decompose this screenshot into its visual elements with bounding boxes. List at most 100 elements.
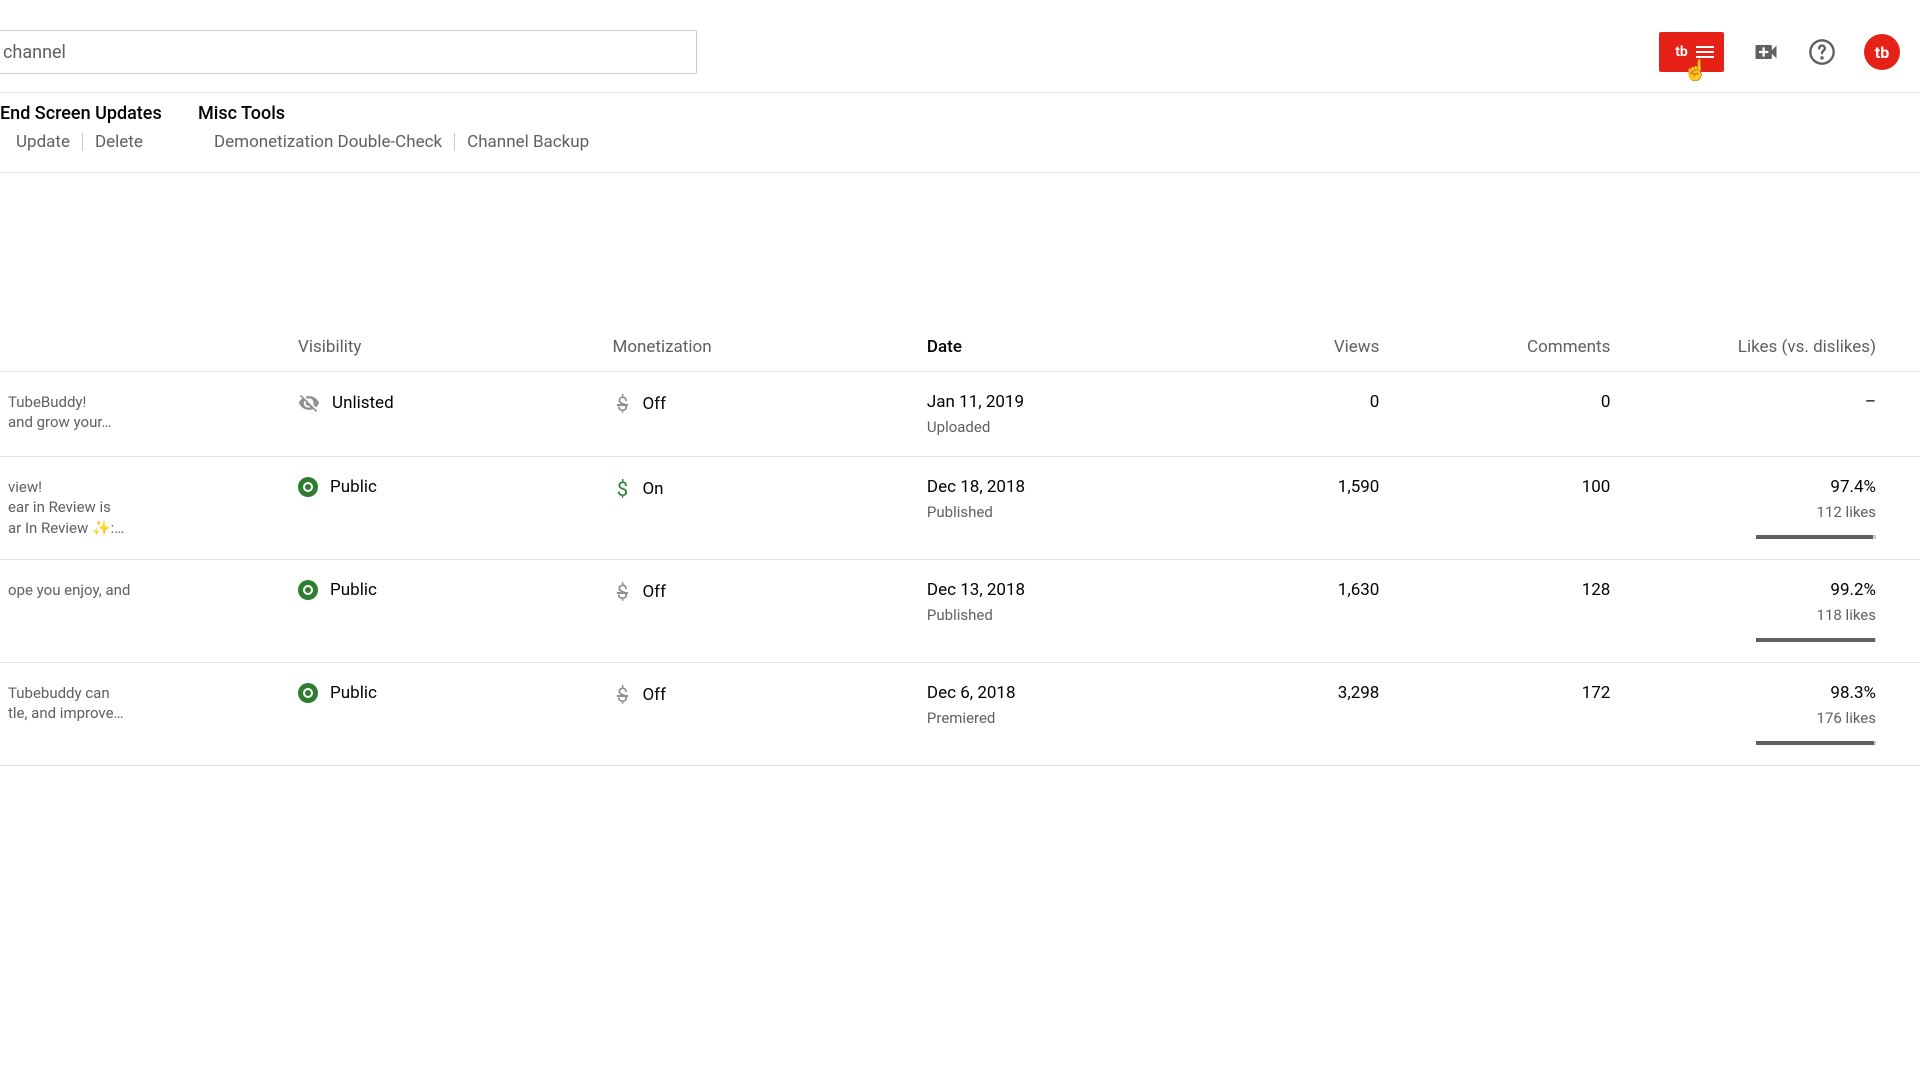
date-value: Jan 11, 2019	[927, 392, 1161, 412]
visibility-label: Public	[330, 683, 377, 703]
video-desc-fragment: tle, and improve…	[8, 703, 282, 723]
col-date[interactable]: Date	[919, 323, 1169, 372]
date-status: Published	[927, 606, 1161, 624]
comments-cell: 128	[1387, 560, 1618, 663]
unlisted-icon	[298, 392, 320, 414]
tool-link-delete[interactable]: Delete	[83, 132, 155, 152]
table-row[interactable]: view!ear in Review isar In Review ✨:… Pub…	[0, 457, 1920, 560]
public-icon	[298, 477, 318, 497]
col-views[interactable]: Views	[1169, 323, 1387, 372]
likes-count: 112 likes	[1626, 503, 1876, 521]
date-cell: Dec 13, 2018 Published	[919, 560, 1169, 663]
topbar-actions: tb tb	[1659, 32, 1900, 72]
date-value: Dec 6, 2018	[927, 683, 1161, 703]
likes-cell: 98.3%176 likes	[1618, 663, 1920, 766]
views-cell: 3,298	[1169, 663, 1387, 766]
col-comments[interactable]: Comments	[1387, 323, 1618, 372]
dollar-icon: $	[612, 477, 632, 501]
dollar-off-icon: $	[612, 580, 632, 604]
date-status: Premiered	[927, 709, 1161, 727]
visibility-label: Public	[330, 580, 377, 600]
topbar: channel tb tb ☝	[0, 0, 1920, 93]
video-title-cell: TubeBuddy!and grow your…	[0, 372, 290, 457]
tool-link-update[interactable]: Update	[0, 132, 82, 152]
likes-bar	[1756, 638, 1876, 642]
bulk-tools-toolbar: End Screen Updates Update Delete Misc To…	[0, 93, 1920, 173]
likes-cell: –	[1618, 372, 1920, 457]
tool-link-demonetization-check[interactable]: Demonetization Double-Check	[198, 132, 454, 152]
col-visibility[interactable]: Visibility	[290, 323, 604, 372]
comments-cell: 172	[1387, 663, 1618, 766]
account-avatar[interactable]: tb	[1864, 34, 1900, 70]
create-video-button[interactable]	[1752, 38, 1780, 66]
tool-link-channel-backup[interactable]: Channel Backup	[455, 132, 601, 152]
likes-bar	[1756, 535, 1876, 539]
date-value: Dec 13, 2018	[927, 580, 1161, 600]
group-links: Update Delete	[0, 132, 162, 152]
video-title-fragment: TubeBuddy!	[8, 392, 282, 412]
table-header-row: Visibility Monetization Date Views Comme…	[0, 323, 1920, 372]
search-placeholder: channel	[3, 42, 66, 63]
visibility-cell[interactable]: Unlisted	[290, 372, 604, 457]
table-row[interactable]: TubeBuddy!and grow your…Unlisted$OffJan …	[0, 372, 1920, 457]
video-desc-fragment: Tubebuddy can	[8, 683, 282, 703]
tubebuddy-logo-icon: tb	[1670, 40, 1694, 64]
likes-percent: 99.2%	[1626, 580, 1876, 600]
likes-percent: –	[1626, 392, 1876, 412]
video-desc-fragment: ar In Review ✨:…	[8, 518, 282, 538]
date-status: Published	[927, 503, 1161, 521]
public-icon	[298, 580, 318, 600]
visibility-cell[interactable]: Public	[290, 457, 604, 560]
likes-cell: 97.4% 112 likes	[1618, 457, 1920, 560]
table-row[interactable]: Tubebuddy cantle, and improve… Public $ Off…	[0, 663, 1920, 766]
date-cell: Dec 6, 2018 Premiered	[919, 663, 1169, 766]
likes-bar	[1756, 741, 1876, 745]
monetization-cell[interactable]: $Off	[604, 372, 918, 457]
comments-cell: 0	[1387, 372, 1618, 457]
likes-cell: 99.2% 118 likes	[1618, 560, 1920, 663]
group-title: End Screen Updates	[0, 103, 162, 124]
visibility-label: Unlisted	[332, 393, 394, 413]
help-button[interactable]	[1808, 38, 1836, 66]
dollar-off-icon: $	[612, 683, 632, 707]
monetization-label: On	[642, 479, 663, 499]
group-title: Misc Tools	[198, 103, 601, 124]
tubebuddy-menu-button[interactable]: tb	[1659, 32, 1724, 72]
col-likes[interactable]: Likes (vs. dislikes)	[1618, 323, 1920, 372]
dollar-off-icon: $	[612, 392, 632, 416]
video-desc-fragment: ear in Review is	[8, 497, 282, 517]
video-title-cell: view!ear in Review isar In Review ✨:…	[0, 457, 290, 560]
search-input[interactable]: channel	[0, 30, 697, 74]
visibility-cell[interactable]: Public	[290, 663, 604, 766]
comments-cell: 100	[1387, 457, 1618, 560]
date-cell: Dec 18, 2018Published	[919, 457, 1169, 560]
monetization-label: Off	[642, 685, 666, 705]
views-cell: 1,590	[1169, 457, 1387, 560]
table-row[interactable]: ope you enjoy, and Public $ Off Dec 13, 2018…	[0, 560, 1920, 663]
hamburger-icon	[1696, 43, 1714, 61]
video-title-fragment: view!	[8, 477, 282, 497]
help-circle-icon	[1808, 38, 1836, 66]
views-cell: 1,630	[1169, 560, 1387, 663]
monetization-label: Off	[642, 582, 666, 602]
visibility-cell[interactable]: Public	[290, 560, 604, 663]
col-monetization[interactable]: Monetization	[604, 323, 918, 372]
visibility-label: Public	[330, 477, 377, 497]
col-video	[0, 323, 290, 372]
likes-count: 176 likes	[1626, 709, 1876, 727]
monetization-cell[interactable]: $ On	[604, 457, 918, 560]
tubebuddy-avatar-icon: tb	[1875, 43, 1889, 62]
monetization-cell[interactable]: $ Off	[604, 560, 918, 663]
date-cell: Jan 11, 2019 Uploaded	[919, 372, 1169, 457]
video-title-cell: Tubebuddy cantle, and improve…	[0, 663, 290, 766]
group-links: Demonetization Double-Check Channel Back…	[198, 132, 601, 152]
date-status: Uploaded	[927, 418, 1161, 436]
camera-plus-icon	[1752, 38, 1780, 66]
likes-count: 118 likes	[1626, 606, 1876, 624]
monetization-cell[interactable]: $ Off	[604, 663, 918, 766]
video-title-cell: ope you enjoy, and	[0, 560, 290, 663]
likes-percent: 97.4%	[1626, 477, 1876, 497]
video-desc-fragment: and grow your…	[8, 412, 282, 432]
video-desc-fragment: ope you enjoy, and	[8, 580, 282, 600]
tool-group-misc: Misc Tools Demonetization Double-Check C…	[198, 103, 601, 152]
